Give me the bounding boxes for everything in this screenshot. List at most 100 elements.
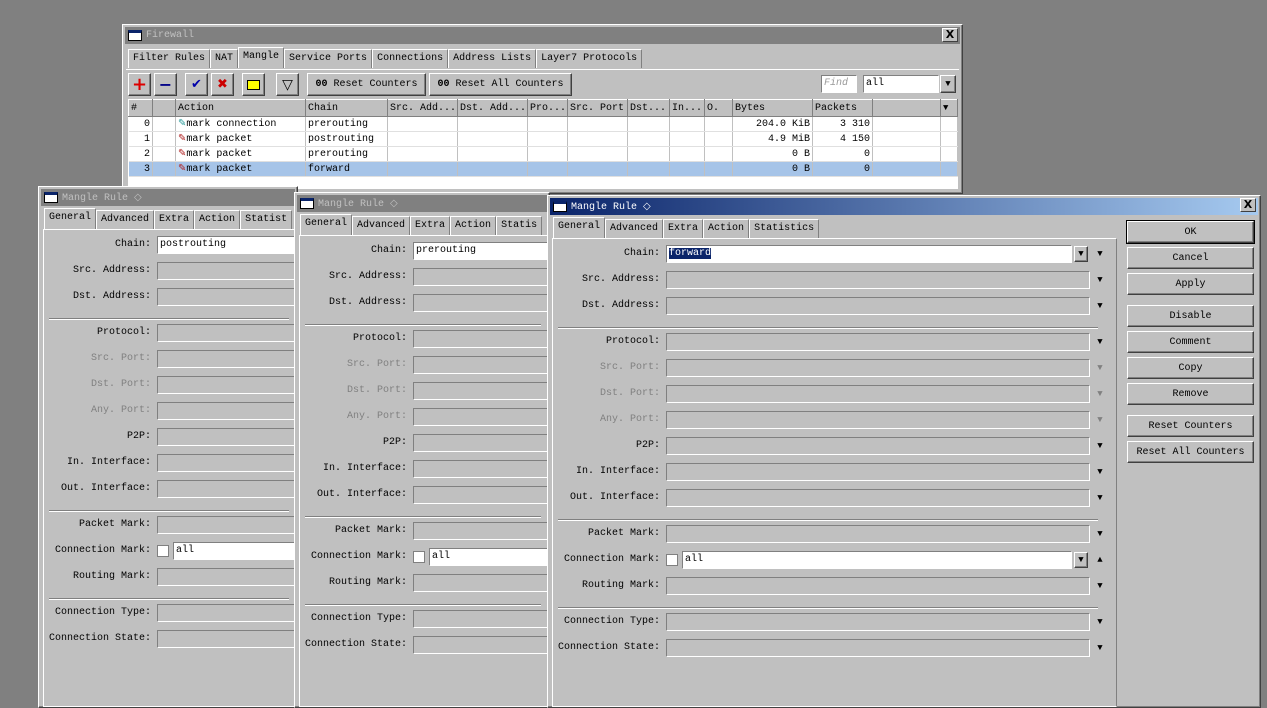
dst-address-field[interactable] (413, 294, 553, 312)
columns-menu-button[interactable]: ▼ (940, 99, 958, 117)
tab-filter-rules[interactable]: Filter Rules (128, 49, 211, 68)
src-address-field[interactable] (157, 262, 297, 280)
column-header[interactable]: Src. Add... (387, 99, 458, 117)
connection-mark-field[interactable]: all (682, 551, 1072, 569)
dropdown-button[interactable]: ▼ (1074, 552, 1088, 568)
protocol-field[interactable] (666, 333, 1090, 351)
tab-address-lists[interactable]: Address Lists (448, 49, 537, 68)
tab-connections[interactable]: Connections (372, 49, 449, 68)
expand-arrow-icon[interactable]: ▼ (1094, 386, 1106, 402)
in-interface-field[interactable] (413, 460, 553, 478)
column-header[interactable]: Dst. Add... (457, 99, 528, 117)
protocol-field[interactable] (157, 324, 297, 342)
tab-mangle[interactable]: Mangle (238, 47, 285, 68)
dst-address-field[interactable] (666, 297, 1090, 315)
expand-arrow-icon[interactable]: ▼ (1094, 334, 1106, 350)
column-header[interactable]: Src. Port (567, 99, 628, 117)
filter-select[interactable]: all (863, 75, 939, 93)
routing-mark-field[interactable] (157, 568, 297, 586)
tab-nat[interactable]: NAT (210, 49, 239, 68)
in-interface-field[interactable] (157, 454, 297, 472)
tab-action[interactable]: Action (450, 216, 497, 235)
packet-mark-field[interactable] (157, 516, 297, 534)
connection-state-field[interactable] (157, 630, 297, 648)
copy-button[interactable]: Copy (1127, 357, 1254, 379)
dst-port-field[interactable] (666, 385, 1090, 403)
src-address-field[interactable] (666, 271, 1090, 289)
dialog-title-bar[interactable]: Mangle Rule ◇ (550, 198, 1258, 215)
expand-arrow-icon[interactable]: ▼ (1094, 246, 1106, 262)
column-header[interactable]: Packets (812, 99, 873, 117)
tab-extra[interactable]: Extra (154, 210, 195, 229)
expand-arrow-icon[interactable]: ▼ (1094, 438, 1106, 454)
expand-arrow-icon[interactable]: ▼ (1094, 578, 1106, 594)
expand-arrow-icon[interactable]: ▼ (1094, 526, 1106, 542)
tab-action[interactable]: Action (194, 210, 241, 229)
tab-general[interactable]: General (553, 217, 606, 238)
expand-arrow-icon[interactable]: ▼ (1094, 490, 1106, 506)
tab-layer7-protocols[interactable]: Layer7 Protocols (536, 49, 643, 68)
find-input[interactable]: Find (821, 75, 857, 93)
any-port-field[interactable] (413, 408, 553, 426)
remove-button[interactable]: Remove (1127, 383, 1254, 405)
tab-statist[interactable]: Statist (240, 210, 293, 229)
connection-mark-invert-checkbox[interactable] (666, 554, 678, 566)
ok-button[interactable]: OK (1126, 220, 1255, 244)
column-header[interactable] (872, 99, 941, 117)
comment-button[interactable] (242, 73, 265, 96)
reset-counters-button[interactable]: Reset Counters (1127, 415, 1254, 437)
tab-statistics[interactable]: Statistics (749, 219, 820, 238)
tab-extra[interactable]: Extra (663, 219, 704, 238)
close-icon[interactable]: X (1240, 198, 1256, 212)
out-interface-field[interactable] (157, 480, 297, 498)
dst-port-field[interactable] (157, 376, 297, 394)
enable-button[interactable]: ✔ (185, 73, 208, 96)
add-button[interactable]: + (128, 73, 151, 96)
dropdown-button[interactable]: ▼ (1074, 246, 1088, 262)
column-header[interactable]: Pro... (527, 99, 568, 117)
reset-counters-button[interactable]: 00 Reset Counters (307, 73, 426, 96)
column-header[interactable]: Dst... (627, 99, 670, 117)
close-icon[interactable]: X (942, 28, 958, 42)
column-header[interactable]: In... (669, 99, 705, 117)
src-port-field[interactable] (413, 356, 553, 374)
routing-mark-field[interactable] (666, 577, 1090, 595)
comment-button[interactable]: Comment (1127, 331, 1254, 353)
connection-mark-field[interactable]: all (429, 548, 553, 566)
any-port-field[interactable] (666, 411, 1090, 429)
remove-condition-arrow-icon[interactable]: ▲ (1094, 552, 1106, 568)
connection-state-field[interactable] (413, 636, 553, 654)
expand-arrow-icon[interactable]: ▼ (1094, 614, 1106, 630)
column-header[interactable]: Action (175, 99, 306, 117)
in-interface-field[interactable] (666, 463, 1090, 481)
table-row[interactable]: 3 ✎mark packet forward 0 B0 (128, 161, 958, 177)
p2p-field[interactable] (666, 437, 1090, 455)
p2p-field[interactable] (413, 434, 553, 452)
connection-type-field[interactable] (413, 610, 553, 628)
filter-dropdown-button[interactable]: ▼ (940, 75, 956, 93)
column-header[interactable]: # (128, 99, 153, 117)
connection-type-field[interactable] (157, 604, 297, 622)
firewall-title-bar[interactable]: Firewall (125, 27, 960, 44)
out-interface-field[interactable] (413, 486, 553, 504)
chain-field[interactable]: prerouting (413, 242, 553, 260)
expand-arrow-icon[interactable]: ▼ (1094, 412, 1106, 428)
p2p-field[interactable] (157, 428, 297, 446)
column-header[interactable] (152, 99, 176, 117)
connection-type-field[interactable] (666, 613, 1090, 631)
table-row[interactable]: 0 ✎mark connection prerouting 204.0 KiB 3 31… (128, 116, 958, 132)
tab-statis[interactable]: Statis (496, 216, 543, 235)
packet-mark-field[interactable] (666, 525, 1090, 543)
src-address-field[interactable] (413, 268, 553, 286)
expand-arrow-icon[interactable]: ▼ (1094, 298, 1106, 314)
table-row[interactable]: 1 ✎mark packet postrouting 4.9 MiB 4 150 (128, 131, 958, 147)
disable-button[interactable]: Disable (1127, 305, 1254, 327)
column-header[interactable]: O. (704, 99, 733, 117)
tab-action[interactable]: Action (703, 219, 750, 238)
tab-advanced[interactable]: Advanced (96, 210, 155, 229)
apply-button[interactable]: Apply (1127, 273, 1254, 295)
expand-arrow-icon[interactable]: ▼ (1094, 272, 1106, 288)
column-header[interactable]: Chain (305, 99, 388, 117)
out-interface-field[interactable] (666, 489, 1090, 507)
any-port-field[interactable] (157, 402, 297, 420)
